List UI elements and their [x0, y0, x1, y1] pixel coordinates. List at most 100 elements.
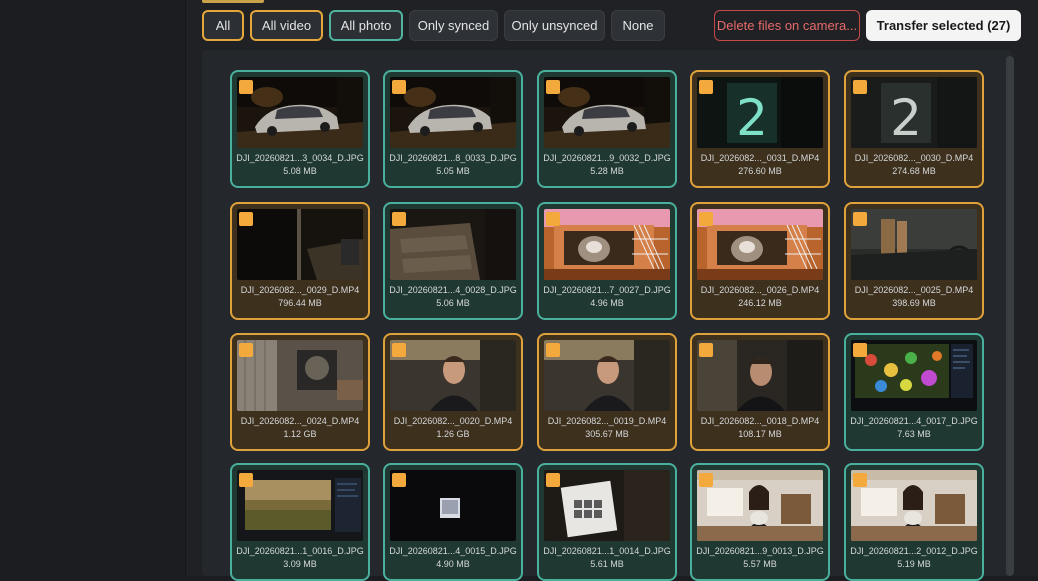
select-checkbox[interactable] — [546, 80, 560, 94]
thumbnail-image — [237, 77, 363, 148]
filter-only-synced-button[interactable]: Only synced — [409, 10, 498, 41]
filter-all-button[interactable]: All — [202, 10, 244, 41]
select-checkbox[interactable] — [699, 80, 713, 94]
thumbnail-image — [237, 340, 363, 411]
file-size: 4.90 MB — [436, 559, 470, 569]
photo-card[interactable]: DJI_20260821...8_0033_D.JPG 5.05 MB — [383, 70, 523, 188]
file-size: 274.68 MB — [892, 166, 936, 176]
photo-card[interactable]: DJI_20260821...3_0034_D.JPG 5.08 MB — [230, 70, 370, 188]
video-card[interactable]: DJI_2026082..._0026_D.MP4 246.12 MB — [690, 202, 830, 320]
thumbnail-image — [851, 470, 977, 541]
file-name: DJI_2026082..._0024_D.MP4 — [240, 416, 360, 426]
file-name: DJI_20260821...7_0027_D.JPG — [543, 285, 671, 295]
video-card[interactable]: DJI_2026082..._0029_D.MP4 796.44 MB — [230, 202, 370, 320]
file-size: 5.28 MB — [590, 166, 624, 176]
select-checkbox[interactable] — [853, 80, 867, 94]
photo-card[interactable]: DJI_20260821...4_0015_D.JPG 4.90 MB — [383, 463, 523, 581]
thumbnail-image — [544, 470, 670, 541]
file-size: 4.96 MB — [590, 298, 624, 308]
file-name: DJI_20260821...1_0016_D.JPG — [236, 546, 364, 556]
file-name: DJI_2026082..._0018_D.MP4 — [700, 416, 820, 426]
photo-card[interactable]: DJI_20260821...7_0027_D.JPG 4.96 MB — [537, 202, 677, 320]
select-checkbox[interactable] — [239, 212, 253, 226]
file-name: DJI_2026082..._0026_D.MP4 — [700, 285, 820, 295]
file-name: DJI_2026082..._0031_D.MP4 — [700, 153, 820, 163]
video-card[interactable]: 2 DJI_2026082..._0031_D.MP4 276.60 MB — [690, 70, 830, 188]
file-size: 305.67 MB — [585, 429, 629, 439]
thumbnail-image — [390, 470, 516, 541]
thumbnail-image: 2 — [851, 77, 977, 148]
file-size: 1.12 GB — [283, 429, 317, 439]
thumbnail-image — [544, 77, 670, 148]
select-checkbox[interactable] — [546, 343, 560, 357]
file-name: DJI_2026082..._0019_D.MP4 — [547, 416, 667, 426]
delete-files-button[interactable]: Delete files on camera... — [714, 10, 860, 41]
file-size: 5.06 MB — [436, 298, 470, 308]
file-size: 276.60 MB — [738, 166, 782, 176]
select-checkbox[interactable] — [392, 343, 406, 357]
select-checkbox[interactable] — [239, 473, 253, 487]
filter-all-photo-button[interactable]: All photo — [329, 10, 403, 41]
select-checkbox[interactable] — [392, 473, 406, 487]
file-name: DJI_20260821...9_0032_D.JPG — [543, 153, 671, 163]
file-size: 5.61 MB — [590, 559, 624, 569]
video-card[interactable]: DJI_2026082..._0018_D.MP4 108.17 MB — [690, 333, 830, 451]
file-name: DJI_20260821...1_0014_D.JPG — [543, 546, 671, 556]
select-checkbox[interactable] — [853, 212, 867, 226]
select-checkbox[interactable] — [392, 80, 406, 94]
thumbnail-image — [697, 340, 823, 411]
filter-none-button[interactable]: None — [611, 10, 665, 41]
photo-card[interactable]: DJI_20260821...4_0017_D.JPG 7.63 MB — [844, 333, 984, 451]
photo-card[interactable]: DJI_20260821...9_0013_D.JPG 5.57 MB — [690, 463, 830, 581]
file-size: 3.09 MB — [283, 559, 317, 569]
transfer-selected-button[interactable]: Transfer selected (27) — [866, 10, 1021, 41]
thumbnail-image — [544, 209, 670, 280]
svg-text:2: 2 — [890, 89, 922, 147]
grid-scrollbar-thumb[interactable] — [1006, 56, 1014, 576]
thumbnail-image — [237, 209, 363, 280]
file-size: 7.63 MB — [897, 429, 931, 439]
select-checkbox[interactable] — [699, 473, 713, 487]
photo-card[interactable]: DJI_20260821...4_0028_D.JPG 5.06 MB — [383, 202, 523, 320]
file-size: 5.19 MB — [897, 559, 931, 569]
thumbnail-image — [851, 340, 977, 411]
file-name: DJI_20260821...9_0013_D.JPG — [696, 546, 824, 556]
photo-card[interactable]: DJI_20260821...1_0016_D.JPG 3.09 MB — [230, 463, 370, 581]
filter-all-video-button[interactable]: All video — [250, 10, 323, 41]
select-checkbox[interactable] — [239, 343, 253, 357]
select-checkbox[interactable] — [546, 473, 560, 487]
file-size: 5.57 MB — [743, 559, 777, 569]
file-name: DJI_2026082..._0020_D.MP4 — [393, 416, 513, 426]
select-checkbox[interactable] — [699, 343, 713, 357]
file-name: DJI_20260821...8_0033_D.JPG — [389, 153, 517, 163]
photo-card[interactable]: DJI_20260821...9_0032_D.JPG 5.28 MB — [537, 70, 677, 188]
file-size: 1.26 GB — [436, 429, 470, 439]
file-size: 108.17 MB — [738, 429, 782, 439]
photo-card[interactable]: DJI_20260821...1_0014_D.JPG 5.61 MB — [537, 463, 677, 581]
grid-scrollbar[interactable] — [1006, 56, 1014, 576]
filter-only-unsynced-button[interactable]: Only unsynced — [504, 10, 605, 41]
thumbnail-image: 2 — [697, 77, 823, 148]
svg-text:2: 2 — [736, 89, 768, 147]
select-checkbox[interactable] — [546, 212, 560, 226]
file-name: DJI_20260821...4_0028_D.JPG — [389, 285, 517, 295]
file-name: DJI_20260821...2_0012_D.JPG — [850, 546, 978, 556]
select-checkbox[interactable] — [392, 212, 406, 226]
thumbnail-image — [697, 470, 823, 541]
video-card[interactable]: DJI_2026082..._0020_D.MP4 1.26 GB — [383, 333, 523, 451]
thumbnail-image — [697, 209, 823, 280]
active-tab-indicator — [202, 0, 264, 3]
video-card[interactable]: 2 DJI_2026082..._0030_D.MP4 274.68 MB — [844, 70, 984, 188]
video-card[interactable]: DJI_2026082..._0019_D.MP4 305.67 MB — [537, 333, 677, 451]
sidebar — [0, 0, 186, 576]
select-checkbox[interactable] — [239, 80, 253, 94]
video-card[interactable]: DJI_2026082..._0025_D.MP4 398.69 MB — [844, 202, 984, 320]
select-checkbox[interactable] — [853, 343, 867, 357]
select-checkbox[interactable] — [853, 473, 867, 487]
video-card[interactable]: DJI_2026082..._0024_D.MP4 1.12 GB — [230, 333, 370, 451]
photo-card[interactable]: DJI_20260821...2_0012_D.JPG 5.19 MB — [844, 463, 984, 581]
file-name: DJI_20260821...4_0017_D.JPG — [850, 416, 978, 426]
file-size: 5.08 MB — [283, 166, 317, 176]
file-name: DJI_2026082..._0029_D.MP4 — [240, 285, 360, 295]
select-checkbox[interactable] — [699, 212, 713, 226]
